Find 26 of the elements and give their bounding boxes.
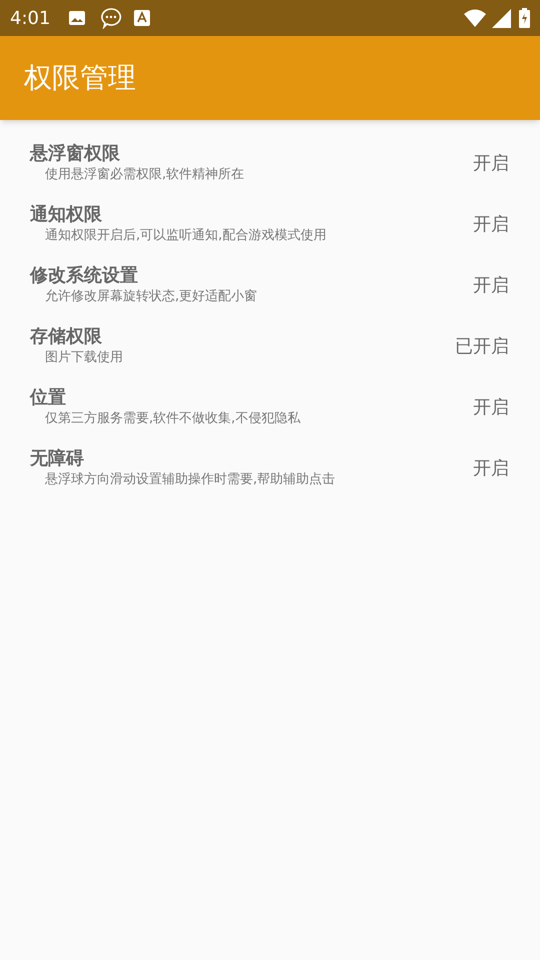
enable-button[interactable]: 开启	[473, 455, 509, 482]
enable-button[interactable]: 开启	[473, 394, 509, 421]
enable-button[interactable]: 开启	[473, 272, 509, 299]
battery-icon	[519, 8, 530, 28]
enable-button[interactable]: 已开启	[455, 333, 509, 360]
signal-icon	[492, 8, 511, 28]
app-title: 权限管理	[24, 60, 136, 96]
enable-button[interactable]: 开启	[473, 211, 509, 238]
permission-description: 仅第三方服务需要,软件不做收集,不侵犯隐私	[44, 410, 300, 428]
message-icon	[100, 7, 122, 29]
permission-description: 图片下载使用	[44, 348, 123, 366]
permission-description: 允许修改屏幕旋转状态,更好适配小窗	[44, 288, 258, 306]
permission-title: 位置	[30, 386, 66, 410]
permission-title: 存储权限	[30, 324, 102, 348]
keyboard-icon	[134, 10, 150, 26]
permission-description: 使用悬浮窗必需权限,软件精神所在	[44, 166, 244, 184]
permission-description: 悬浮球方向滑动设置辅助操作时需要,帮助辅助点击	[44, 470, 336, 488]
image-icon	[68, 9, 86, 27]
permission-title: 无障碍	[30, 446, 84, 470]
permission-description: 通知权限开启后,可以监听通知,配合游戏模式使用	[44, 226, 326, 244]
wifi-icon	[464, 9, 486, 27]
permission-title: 悬浮窗权限	[30, 142, 120, 166]
permission-title: 修改系统设置	[30, 264, 138, 288]
permission-title: 通知权限	[30, 202, 102, 226]
clock: 4:01	[10, 6, 50, 30]
enable-button[interactable]: 开启	[473, 150, 509, 177]
